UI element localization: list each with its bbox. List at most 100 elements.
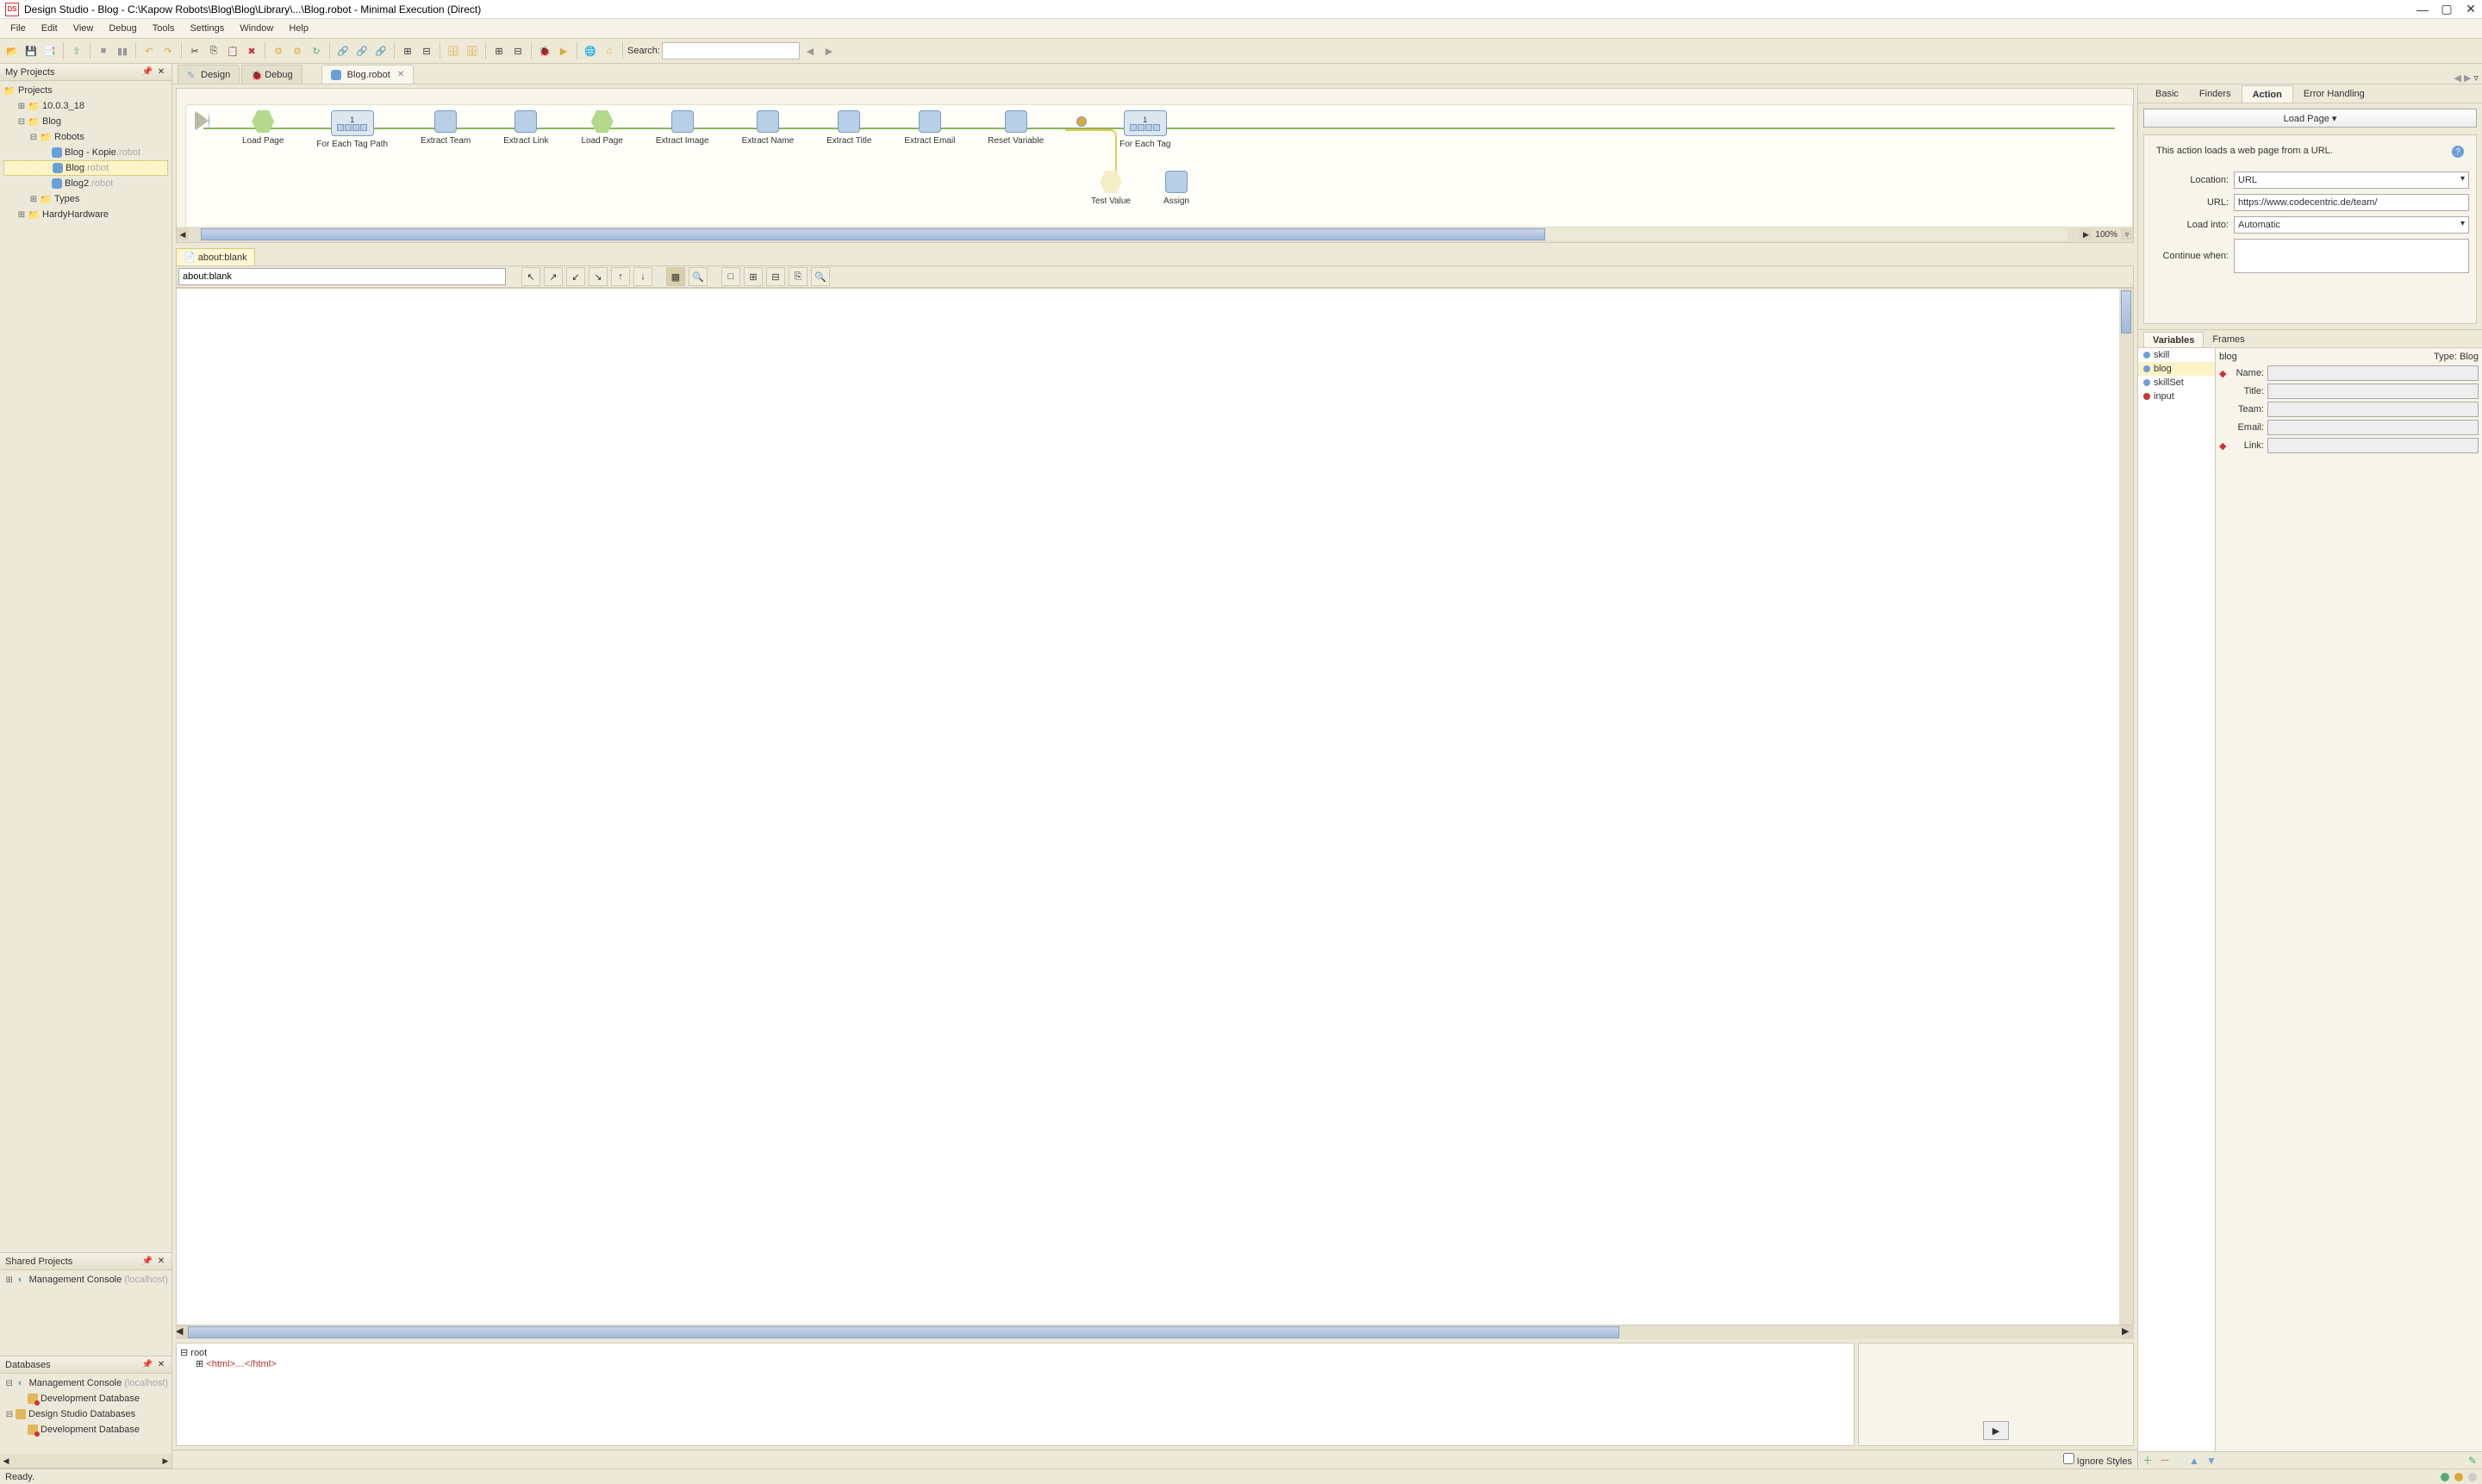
edit-var-icon[interactable]: ✎ <box>2466 1455 2479 1467</box>
nav-btn-4[interactable]: ↘ <box>589 267 608 286</box>
scroll-right-icon[interactable]: ▶ <box>2122 1325 2134 1339</box>
tree-item-devdb[interactable]: Development Database <box>3 1391 168 1406</box>
flow-extract-name[interactable]: Extract Name <box>742 110 795 146</box>
tree-item-robots[interactable]: ⊟ 📁 Robots <box>3 129 168 145</box>
var-item-skill[interactable]: skill <box>2138 348 2215 362</box>
open-icon[interactable]: 📂 <box>3 42 21 59</box>
zoom-menu-icon[interactable]: ▿ <box>2121 228 2133 240</box>
tab-variables[interactable]: Variables <box>2143 332 2204 347</box>
url-field[interactable] <box>178 268 506 285</box>
flow-load-page-2[interactable]: Load Page <box>581 110 622 146</box>
menu-view[interactable]: View <box>66 22 101 35</box>
nav-btn-minus[interactable]: ⊟ <box>766 267 785 286</box>
close-panel-icon[interactable]: ✕ <box>156 1360 166 1370</box>
expander-icon[interactable]: ⊟ <box>28 133 40 142</box>
var-item-skillset[interactable]: skillSet <box>2138 376 2215 390</box>
paste-icon[interactable]: 📋 <box>224 42 241 59</box>
flow-for-each-tag[interactable]: 1For Each Tag <box>1119 110 1170 149</box>
flow-scrollbar[interactable] <box>201 228 2067 240</box>
flow-assign[interactable]: Assign <box>1163 171 1189 206</box>
flow-junction[interactable] <box>1076 110 1087 130</box>
tab-debug[interactable]: 🐞 Debug <box>241 65 302 84</box>
run-icon[interactable]: ▶ <box>555 42 572 59</box>
menu-debug[interactable]: Debug <box>102 22 143 35</box>
scroll-left-icon[interactable]: ◀ <box>176 1325 188 1339</box>
flow-extract-title[interactable]: Extract Title <box>826 110 871 146</box>
flow-start[interactable] <box>195 110 209 134</box>
field-name[interactable] <box>2267 365 2479 381</box>
menu-settings[interactable]: Settings <box>183 22 231 35</box>
tree-item[interactable]: ⊞ 📁 10.0.3_18 <box>3 98 168 114</box>
tab-blog-robot[interactable]: Blog.robot ✕ <box>321 65 415 84</box>
field-title[interactable] <box>2267 383 2479 399</box>
cut-icon[interactable]: ✂ <box>186 42 203 59</box>
scroll-right-icon[interactable]: ▶ <box>159 1454 171 1468</box>
delete-icon[interactable]: ✖ <box>243 42 260 59</box>
close-panel-icon[interactable]: ✕ <box>156 67 166 78</box>
save-icon[interactable]: 💾 <box>22 42 40 59</box>
menu-file[interactable]: File <box>3 22 33 35</box>
flow-extract-link[interactable]: Extract Link <box>503 110 548 146</box>
browser-tab[interactable]: 📄 about:blank <box>176 248 255 265</box>
search-input[interactable] <box>662 42 800 59</box>
flow-test-value[interactable]: Test Value <box>1091 171 1131 206</box>
play-button[interactable]: ▶ <box>1983 1421 2009 1440</box>
search-next-icon[interactable]: ▶ <box>820 42 838 59</box>
nav-btn-plus[interactable]: ⊞ <box>744 267 763 286</box>
flow-reset-variable[interactable]: Reset Variable <box>988 110 1044 146</box>
menu-window[interactable]: Window <box>233 22 280 35</box>
maximize-button[interactable]: ▢ <box>2441 3 2453 16</box>
tree-projects-root[interactable]: 📁 Projects <box>3 83 168 98</box>
tab-nav-next-icon[interactable]: ▶ <box>2464 72 2471 84</box>
pin-icon[interactable]: 📌 <box>142 1256 153 1267</box>
scroll-left-icon[interactable]: ◀ <box>177 228 189 240</box>
tab-nav-list-icon[interactable]: ▿ <box>2473 72 2479 84</box>
tree-item-blog[interactable]: ⊟ 📁 Blog <box>3 114 168 129</box>
nav-btn-sq[interactable]: □ <box>721 267 740 286</box>
add-icon[interactable]: ⊞ <box>490 42 508 59</box>
db-icon[interactable]: 🗄 <box>445 42 462 59</box>
remove-var-icon[interactable]: － <box>2159 1455 2171 1467</box>
tree-item-robot[interactable]: Blog - Kopie .robot <box>3 145 168 160</box>
refresh-icon[interactable]: ↻ <box>308 42 325 59</box>
gear-icon[interactable]: ⚙ <box>270 42 287 59</box>
expander-icon[interactable]: ⊞ <box>16 102 28 111</box>
home-icon[interactable]: ⌂ <box>601 42 618 59</box>
browser-hscroll[interactable] <box>188 1325 2122 1339</box>
stop-icon[interactable]: ■ <box>95 42 112 59</box>
menu-tools[interactable]: Tools <box>146 22 182 35</box>
upload-icon[interactable]: ⇧ <box>68 42 85 59</box>
tab-basic[interactable]: Basic <box>2145 85 2189 103</box>
flow-for-each-tag-path[interactable]: 1For Each Tag Path <box>316 110 388 149</box>
flow-load-page[interactable]: Load Page <box>242 110 284 146</box>
redo-icon[interactable]: ↷ <box>159 42 177 59</box>
flow-extract-email[interactable]: Extract Email <box>904 110 955 146</box>
url-input[interactable]: https://www.codecentric.de/team/ <box>2234 194 2469 211</box>
tree-item-dsdbs[interactable]: ⊟ Design Studio Databases <box>3 1406 168 1422</box>
expander-icon[interactable]: ⊞ <box>16 210 28 220</box>
scroll-right-icon[interactable]: ▶ <box>2080 228 2092 240</box>
expander-icon[interactable]: ⊟ <box>3 1379 15 1388</box>
field-team[interactable] <box>2267 402 2479 417</box>
copy-icon[interactable]: ⎘ <box>205 42 222 59</box>
nav-btn-zoom[interactable]: 🔍 <box>689 267 708 286</box>
link3-icon[interactable]: 🔗 <box>372 42 390 59</box>
pin-icon[interactable]: 📌 <box>142 1360 153 1370</box>
dom-tree[interactable]: ⊟ root ⊞ <html>…</html> <box>176 1343 1855 1446</box>
expander-icon[interactable]: ⊞ <box>3 1275 15 1285</box>
browser-view[interactable] <box>176 288 2134 1325</box>
globe-icon[interactable]: 🌐 <box>582 42 599 59</box>
ignore-styles-checkbox[interactable]: Ignore Styles <box>2063 1453 2132 1467</box>
tree-item-hardy[interactable]: ⊞ 📁 HardyHardware <box>3 207 168 222</box>
search-prev-icon[interactable]: ◀ <box>801 42 819 59</box>
db2-icon[interactable]: 🗄 <box>464 42 481 59</box>
close-panel-icon[interactable]: ✕ <box>156 1256 166 1267</box>
close-tab-icon[interactable]: ✕ <box>397 70 404 79</box>
help-icon[interactable]: ? <box>2452 146 2464 158</box>
flow-extract-team[interactable]: Extract Team <box>421 110 471 146</box>
nav-btn-copy[interactable]: ⎘ <box>789 267 808 286</box>
nav-btn-3[interactable]: ↙ <box>566 267 585 286</box>
save-all-icon[interactable]: 📑 <box>41 42 59 59</box>
tab-error-handling[interactable]: Error Handling <box>2293 85 2375 103</box>
pause-icon[interactable]: ▮▮ <box>114 42 131 59</box>
